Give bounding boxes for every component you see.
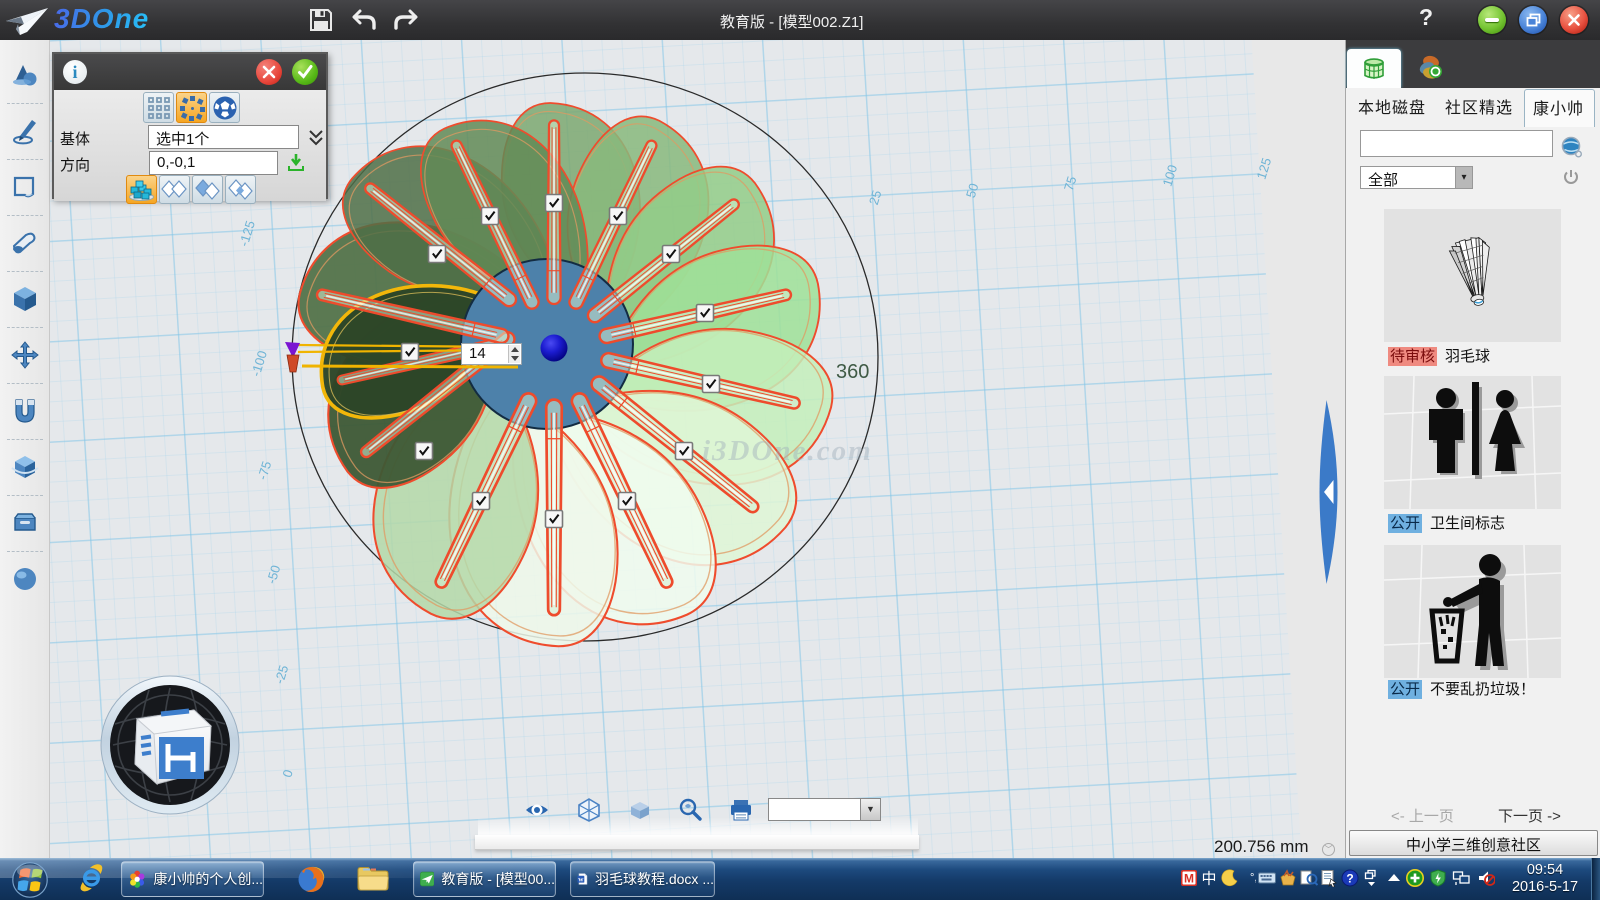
svg-text:M: M	[1184, 872, 1194, 886]
svg-text:360: 360	[836, 361, 869, 383]
svg-text:?: ?	[1346, 872, 1353, 886]
svg-text:°,: °,	[1250, 872, 1256, 884]
svg-text:中: 中	[1201, 871, 1216, 888]
svg-text:W: W	[578, 877, 584, 883]
svg-text:i3DOne.com: i3DOne.com	[702, 435, 873, 467]
